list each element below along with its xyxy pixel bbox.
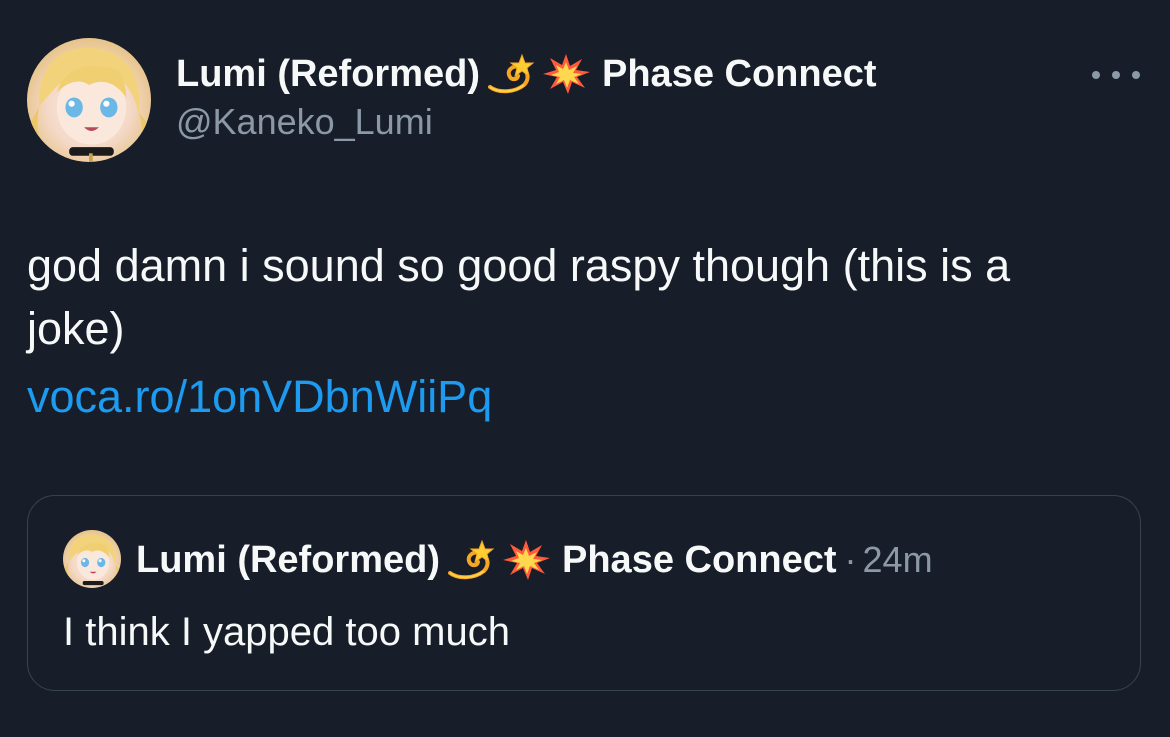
more-icon[interactable] [1092, 60, 1140, 90]
tweet-text: god damn i sound so good raspy though (t… [27, 240, 1011, 354]
separator-dot: · [844, 539, 857, 580]
quoted-author-affiliation: Phase Connect [562, 538, 837, 581]
more-dot [1092, 71, 1100, 79]
quoted-author-row: Lumi (Reformed) Phase Connect · 24m [136, 536, 933, 584]
quoted-tweet[interactable]: Lumi (Reformed) Phase Connect · 24m I th… [27, 495, 1141, 691]
author-avatar[interactable] [27, 38, 151, 162]
collision-emoji-icon [540, 53, 592, 95]
dizzy-emoji-icon [444, 539, 496, 581]
quoted-tweet-text: I think I yapped too much [63, 610, 510, 654]
more-dot [1112, 71, 1120, 79]
author-affiliation[interactable]: Phase Connect [602, 53, 877, 96]
quoted-author-display-name: Lumi (Reformed) [136, 538, 440, 581]
collision-emoji-icon [500, 539, 552, 581]
quoted-author-avatar[interactable] [63, 530, 121, 588]
more-dot [1132, 71, 1140, 79]
tweet-link[interactable]: voca.ro/1onVDbnWiiPq [27, 365, 492, 428]
author-handle[interactable]: @Kaneko_Lumi [176, 101, 433, 143]
dizzy-emoji-icon [484, 53, 536, 95]
author-display-name[interactable]: Lumi (Reformed) [176, 53, 480, 96]
quoted-timestamp[interactable]: 24m [863, 539, 933, 581]
tweet: Lumi (Reformed) Phase Connect @Kaneko_Lu… [0, 0, 1170, 737]
author-name-row[interactable]: Lumi (Reformed) Phase Connect [176, 50, 877, 98]
